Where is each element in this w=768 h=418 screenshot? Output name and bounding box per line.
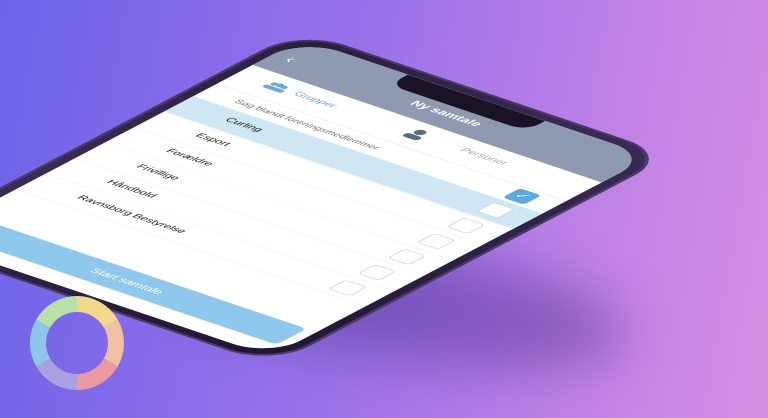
list-item-label: Frivillige [133, 163, 183, 182]
list-item-checkbox[interactable] [327, 279, 368, 297]
list-item-checkbox[interactable] [357, 264, 397, 281]
checkmark-icon: ✓ [509, 190, 536, 202]
tab-persons[interactable]: Personer [457, 147, 510, 167]
group-icon [262, 82, 288, 93]
app-logo-icon [30, 296, 124, 390]
list-item-checkbox[interactable] [446, 217, 486, 235]
list-item-checkbox[interactable] [475, 202, 516, 219]
list-item-checkbox[interactable] [387, 248, 427, 266]
tab-groups[interactable]: Grupper [291, 91, 340, 109]
list-item-label: Esport [192, 132, 234, 148]
list-item-checkbox[interactable] [416, 233, 456, 250]
list-item-label: Curling [222, 116, 266, 134]
person-icon [403, 129, 427, 141]
